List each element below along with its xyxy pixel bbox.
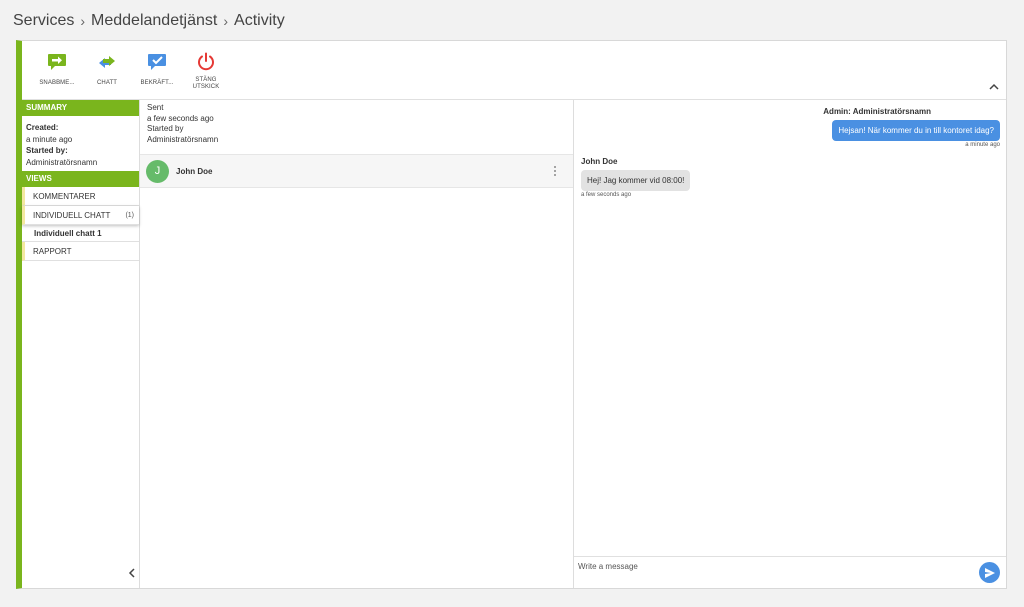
breadcrumb: Services › Meddelandetjänst › Activity	[13, 12, 285, 30]
started-by-label: Started by:	[26, 146, 68, 155]
views-heading: VIEWS	[22, 171, 139, 187]
outgoing-time: a minute ago	[965, 142, 1000, 148]
view-item-label: INDIVIDUELL CHATT	[33, 211, 111, 220]
quick-message-icon	[48, 54, 66, 70]
sub-item-individual-chat-1[interactable]: Individuell chatt 1	[22, 225, 139, 242]
breadcrumb-services[interactable]: Services	[13, 12, 74, 30]
chat-label: CHATT	[96, 80, 118, 86]
avatar: J	[146, 160, 169, 183]
incoming-sender: John Doe	[581, 157, 618, 166]
view-item-count: (1)	[125, 212, 134, 219]
message-input[interactable]	[578, 562, 958, 571]
incoming-time: a few seconds ago	[581, 192, 632, 198]
sent-label: Sent	[147, 103, 164, 112]
started-by-value: Administratörsnamn	[26, 157, 98, 167]
chevron-left-icon[interactable]	[127, 568, 137, 578]
send-icon	[984, 567, 995, 578]
left-sidebar: SUMMARY Created: a minute ago Started by…	[22, 100, 140, 588]
chevron-right-icon: ›	[80, 13, 86, 29]
confirm-button[interactable]: BEKRÄFT...	[132, 53, 182, 87]
send-button[interactable]	[979, 562, 1000, 583]
view-item-comments[interactable]: KOMMENTARER	[22, 187, 139, 206]
quick-message-button[interactable]: SNABBME...	[32, 53, 82, 87]
toolbar: SNABBME... CHATT BEKRÄFT... STÄNG UTSKIC…	[22, 41, 1006, 100]
close-dispatch-label-2: UTSKICK	[192, 84, 220, 90]
close-dispatch-button[interactable]: STÄNG UTSKICK	[181, 52, 231, 91]
chat-icon	[99, 56, 115, 68]
outgoing-sender: Admin: Administratörsnamn	[823, 107, 931, 116]
sent-value: a few seconds ago	[147, 113, 214, 123]
view-item-label: RAPPORT	[33, 247, 72, 256]
recipient-name: John Doe	[176, 167, 213, 176]
recipient-list-panel: Sent a few seconds ago Started by Admini…	[140, 100, 574, 588]
view-item-report[interactable]: RAPPORT	[22, 242, 139, 261]
outgoing-message: Hejsan! När kommer du in till kontoret i…	[832, 120, 1000, 141]
view-item-individual-chat[interactable]: INDIVIDUELL CHATT (1)	[22, 206, 139, 225]
breadcrumb-service[interactable]: Meddelandetjänst	[91, 12, 217, 30]
activity-panel: SNABBME... CHATT BEKRÄFT... STÄNG UTSKIC…	[16, 40, 1007, 589]
breadcrumb-activity: Activity	[234, 12, 285, 29]
confirm-icon	[148, 54, 166, 70]
close-dispatch-label-1: STÄNG	[195, 77, 217, 83]
more-vertical-icon[interactable]	[553, 165, 557, 177]
created-value: a minute ago	[26, 134, 73, 144]
chat-button[interactable]: CHATT	[82, 53, 132, 87]
power-icon	[198, 52, 214, 71]
chevron-right-icon: ›	[223, 13, 229, 29]
sent-info: Sent a few seconds ago Started by Admini…	[140, 100, 573, 154]
recipient-row[interactable]: J John Doe	[140, 154, 573, 188]
created-label: Created:	[26, 123, 59, 132]
summary-body: Created: a minute ago Started by: Admini…	[22, 116, 139, 171]
started-by-label: Started by	[147, 124, 184, 133]
message-composer	[574, 556, 1006, 588]
chat-panel: Admin: Administratörsnamn Hejsan! När ko…	[574, 100, 1006, 588]
summary-heading: SUMMARY	[22, 100, 139, 116]
confirm-label: BEKRÄFT...	[140, 80, 174, 86]
started-by-value: Administratörsnamn	[147, 134, 219, 144]
quick-message-label: SNABBME...	[39, 80, 75, 86]
incoming-message: Hej! Jag kommer vid 08:00!	[581, 170, 691, 191]
chevron-up-icon[interactable]	[988, 81, 1000, 93]
view-item-label: KOMMENTARER	[33, 192, 96, 201]
